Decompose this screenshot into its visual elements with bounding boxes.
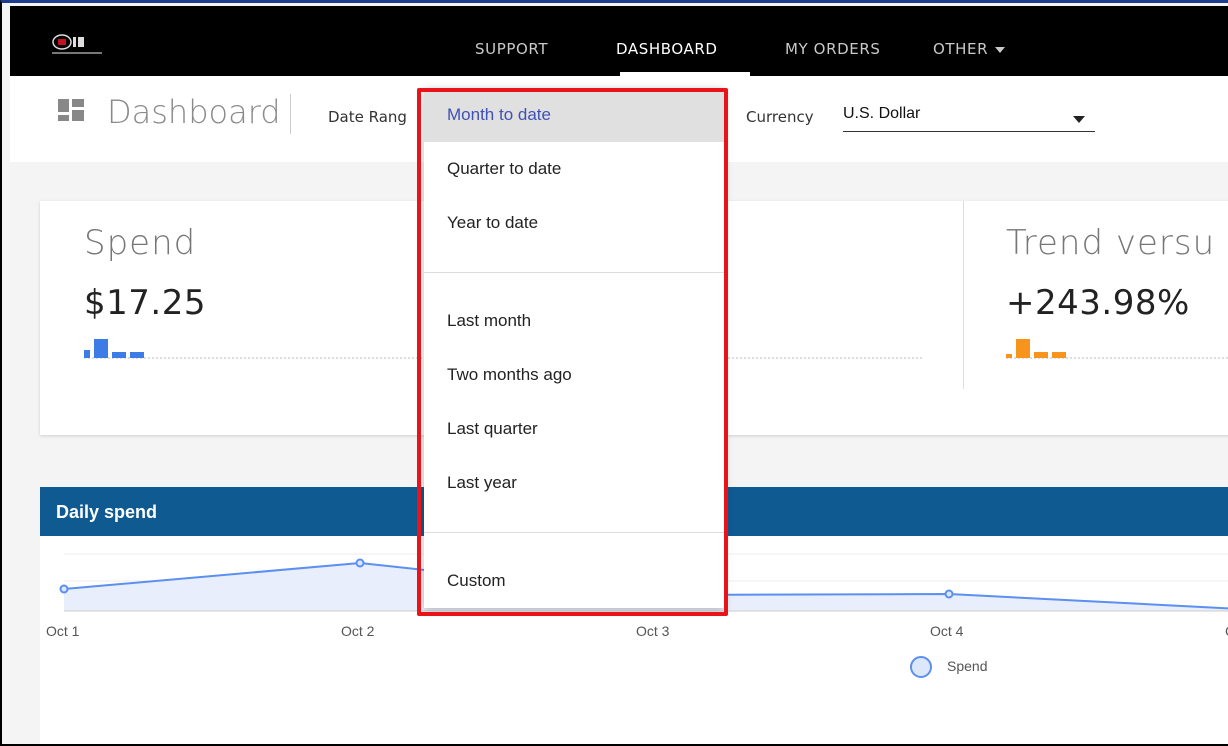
option-year-to-date[interactable]: Year to date bbox=[424, 196, 724, 250]
option-quarter-to-date[interactable]: Quarter to date bbox=[424, 142, 724, 196]
daily-spend-title: Daily spend bbox=[56, 502, 158, 522]
date-range-label: Date Rang bbox=[328, 108, 407, 126]
x-axis-label: Oct 2 bbox=[341, 623, 375, 639]
dashboard-icon bbox=[58, 99, 84, 121]
chart-point[interactable] bbox=[59, 584, 69, 594]
chart-point[interactable] bbox=[355, 558, 365, 568]
option-month-to-date[interactable]: Month to date bbox=[424, 88, 724, 142]
nav-support[interactable]: SUPPORT bbox=[475, 40, 548, 58]
x-axis-label: Oct 4 bbox=[930, 623, 964, 639]
dropdown-divider bbox=[424, 532, 724, 533]
option-custom[interactable]: Custom bbox=[424, 554, 724, 608]
kpi-divider bbox=[963, 201, 964, 389]
app-frame: SUPPORT DASHBOARD MY ORDERS OTHER Dashbo… bbox=[0, 0, 1228, 746]
x-axis-label: Oct 1 bbox=[46, 623, 80, 639]
chart-point[interactable] bbox=[944, 589, 954, 599]
legend-label: Spend bbox=[947, 658, 988, 674]
kpi-spend-value: $17.25 bbox=[84, 283, 206, 323]
kpi-spend-title: Spend bbox=[84, 223, 197, 263]
trend-sparkline bbox=[1006, 339, 1228, 359]
currency-value: U.S. Dollar bbox=[843, 105, 921, 122]
nav-my-orders[interactable]: MY ORDERS bbox=[785, 40, 880, 58]
nav-other[interactable]: OTHER bbox=[933, 40, 1006, 58]
kpi-trend-value: +243.98% bbox=[1006, 283, 1190, 323]
x-axis-label: Oct 3 bbox=[636, 623, 670, 639]
nav-other-label: OTHER bbox=[933, 40, 989, 58]
page-title: Dashboard bbox=[107, 93, 281, 131]
currency-select[interactable]: U.S. Dollar bbox=[843, 99, 1095, 132]
top-nav: SUPPORT DASHBOARD MY ORDERS OTHER bbox=[10, 6, 1228, 76]
legend-marker-icon bbox=[910, 656, 932, 678]
dropdown-divider bbox=[424, 272, 724, 273]
chart-legend[interactable]: Spend bbox=[910, 655, 1050, 683]
option-last-quarter[interactable]: Last quarter bbox=[424, 402, 724, 456]
company-logo[interactable] bbox=[50, 31, 110, 61]
option-last-month[interactable]: Last month bbox=[424, 294, 724, 348]
kpi-trend-title: Trend versu bbox=[1006, 223, 1216, 263]
dropdown-caret-icon bbox=[1073, 116, 1085, 123]
option-last-year[interactable]: Last year bbox=[424, 456, 724, 510]
date-range-dropdown: Month to date Quarter to date Year to da… bbox=[424, 88, 724, 608]
header-divider bbox=[290, 94, 291, 134]
nav-dashboard[interactable]: DASHBOARD bbox=[616, 40, 718, 58]
currency-label: Currency bbox=[746, 108, 814, 126]
caret-down-icon bbox=[995, 46, 1006, 53]
option-two-months-ago[interactable]: Two months ago bbox=[424, 348, 724, 402]
